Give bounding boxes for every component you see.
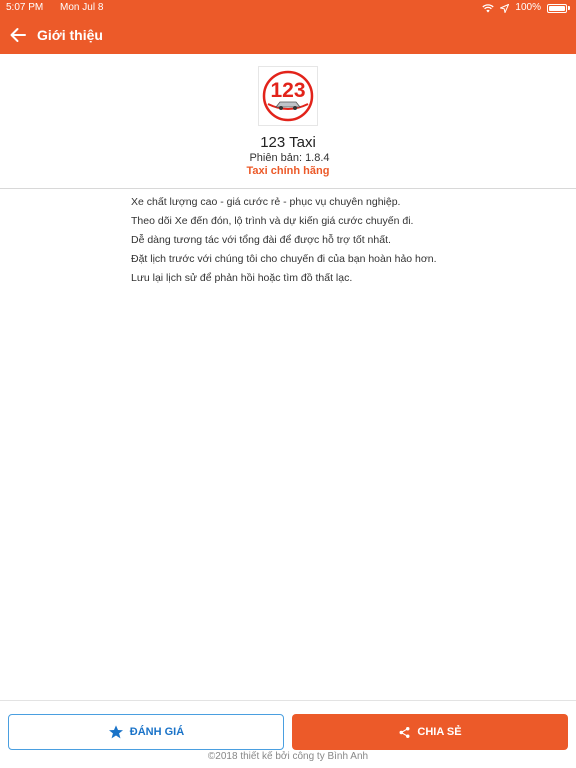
- feature-list: Xe chất lượng cao - giá cước rẻ - phục v…: [131, 193, 471, 288]
- location-arrow-icon: [500, 3, 510, 13]
- back-arrow-icon: [10, 28, 26, 42]
- official-label: Taxi chính hãng: [246, 165, 330, 177]
- star-icon: [108, 725, 123, 739]
- share-icon: [399, 726, 410, 738]
- feature-item: Lưu lại lịch sử để phản hồi hoặc tìm đồ …: [131, 272, 353, 284]
- app-logo: 123: [258, 66, 318, 126]
- app-name: 123 Taxi: [260, 134, 316, 151]
- feature-item: Xe chất lượng cao - giá cước rẻ - phục v…: [131, 196, 401, 208]
- page-title: Giới thiệu: [37, 27, 103, 43]
- status-bar: 5:07 PM Mon Jul 8 100%: [0, 0, 576, 16]
- battery-percent: 100%: [515, 2, 541, 13]
- status-time: 5:07 PM: [6, 2, 44, 13]
- wifi-icon: [482, 3, 495, 12]
- rate-button-label: ĐÁNH GIÁ: [129, 726, 185, 738]
- feature-item: Đặt lịch trước với chúng tôi cho chuyến …: [131, 253, 437, 265]
- footer-credit: ©2018 thiết kế bởi công ty Bình Anh: [207, 751, 369, 762]
- app-info-header: 123 123 Taxi Phiên bản: 1.8.4 Taxi chính …: [0, 54, 576, 189]
- feature-item: Theo dõi Xe đến đón, lộ trình và dự kiến…: [131, 215, 414, 227]
- feature-item: Dễ dàng tương tác với tổng đài để được h…: [131, 234, 391, 246]
- battery-nub: [568, 6, 570, 10]
- share-button[interactable]: CHIA SẺ: [292, 714, 568, 750]
- logo-text: 123: [270, 79, 305, 102]
- status-left: 5:07 PM Mon Jul 8: [6, 0, 117, 16]
- version-line: Phiên bản: 1.8.4: [0, 152, 576, 164]
- status-right: 100%: [482, 0, 570, 16]
- back-button[interactable]: [8, 25, 28, 45]
- status-date: Mon Jul 8: [60, 2, 104, 13]
- bottom-divider: [0, 700, 576, 701]
- rate-button[interactable]: ĐÁNH GIÁ: [8, 714, 284, 750]
- app-logo-image: 123: [262, 70, 314, 122]
- version-number: 1.8.4: [305, 152, 330, 164]
- nav-bar: Giới thiệu: [0, 16, 576, 54]
- share-button-label: CHIA SẺ: [417, 726, 462, 738]
- battery-icon: [547, 3, 567, 13]
- version-label: Phiên bản:: [249, 152, 303, 164]
